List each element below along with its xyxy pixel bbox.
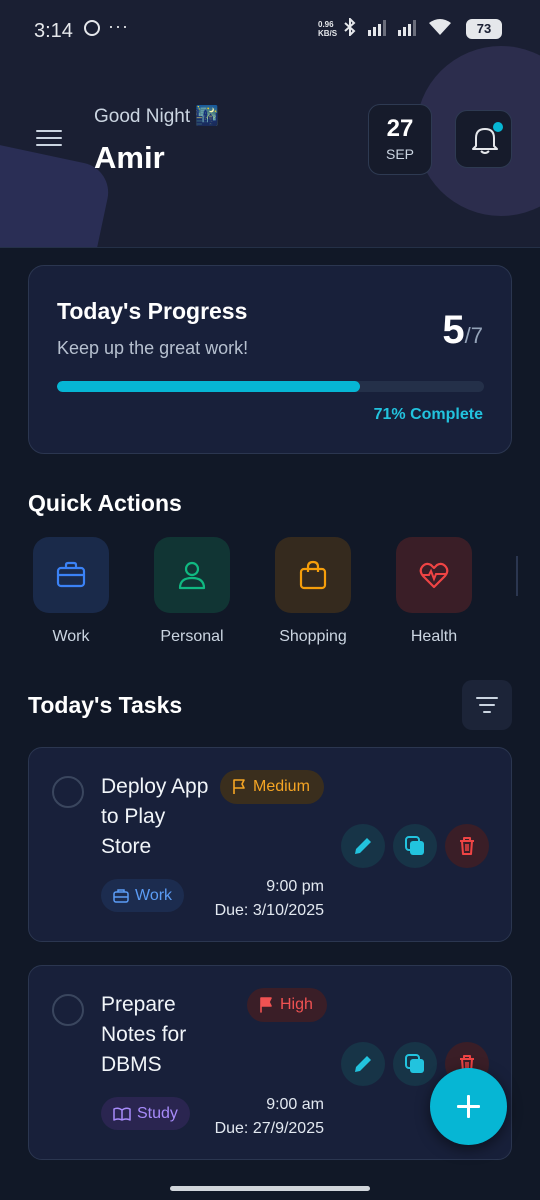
menu-line [36,144,62,146]
priority-badge: High [247,988,327,1022]
task-title: Prepare Notes for DBMS [101,993,187,1076]
tasks-title: Today's Tasks [28,692,183,718]
quick-action-label: Health [410,628,458,645]
progress-subtitle: Keep up the great work! [57,338,249,358]
edit-button[interactable] [341,1042,385,1086]
signal-icon [368,20,386,36]
copy-icon [405,836,424,855]
signal-icon [398,20,416,36]
header: 3:14 ··· 0.96 KB/S 73 Good Night 🌃 Amir … [0,0,540,248]
book-icon [113,1106,131,1121]
task-due-date: Due: 27/9/2025 [214,1120,324,1137]
briefcase-icon [113,888,129,903]
edit-button[interactable] [341,824,385,868]
pencil-icon [355,1056,371,1072]
flag-icon [233,779,245,794]
progress-card: Today's Progress Keep up the great work!… [28,265,512,454]
network-speed: 0.96 KB/S [318,20,337,38]
quick-action-health[interactable]: Health [379,537,489,646]
quick-actions-overflow-edge [516,556,518,596]
progress-bar [57,381,484,392]
category-label: Work [135,886,173,904]
quick-action-tile [33,537,109,613]
whatsapp-icon [84,20,100,36]
task-card[interactable]: Deploy App to Play Store Medium Work 9:0… [28,747,512,942]
task-checkbox[interactable] [52,994,84,1026]
quick-action-work[interactable]: Work [16,537,126,646]
task-checkbox[interactable] [52,776,84,808]
home-indicator[interactable] [170,1186,370,1191]
trash-icon [460,837,474,855]
category-badge: Study [101,1097,190,1130]
task-due-date: Due: 3/10/2025 [214,902,324,919]
menu-line [36,137,62,139]
quick-action-label: Work [52,628,90,645]
quick-action-tile [396,537,472,613]
quick-action-label: Shopping [279,628,347,645]
total-count: /7 [464,323,483,348]
task-time: 9:00 pm [266,878,324,895]
bluetooth-icon [344,18,356,36]
delete-button[interactable] [445,824,489,868]
notifications-button[interactable] [455,110,512,168]
network-speed-unit: KB/S [318,29,338,38]
task-schedule: 9:00 pm Due: 3/10/2025 [215,875,324,923]
quick-action-label: Personal [160,628,224,645]
progress-bar-fill [57,381,361,392]
quick-action-tile [275,537,351,613]
add-task-button[interactable] [430,1068,507,1145]
completed-count: 5 [442,308,465,352]
date-badge[interactable]: 27 SEP [368,104,432,175]
category-label: Study [137,1104,178,1122]
battery-indicator: 73 [466,19,502,39]
person-icon [178,561,206,590]
menu-line [36,130,62,132]
copy-icon [405,1054,424,1073]
progress-percent: 71% Complete [373,406,483,423]
quick-action-tile [154,537,230,613]
task-schedule: 9:00 am Due: 27/9/2025 [215,1093,324,1141]
quick-action-shopping[interactable]: Shopping [258,537,368,646]
category-badge: Work [101,879,185,912]
duplicate-button[interactable] [393,824,437,868]
network-speed-value: 0.96 [318,20,334,29]
username: Amir [94,140,165,175]
menu-button[interactable] [36,130,62,148]
shopping-bag-icon [299,560,327,590]
flag-icon [260,997,272,1013]
pencil-icon [355,838,371,854]
priority-label: High [280,996,313,1013]
duplicate-button[interactable] [393,1042,437,1086]
priority-label: Medium [253,778,310,795]
status-time: 3:14 [34,20,73,42]
status-bar: 3:14 ··· 0.96 KB/S 73 [0,0,540,60]
task-title: Deploy App to Play Store [101,775,209,858]
quick-action-personal[interactable]: Personal [137,537,247,646]
notification-dot [493,122,503,132]
priority-badge: Medium [220,770,324,804]
more-notifications-icon: ··· [108,16,129,36]
greeting: Good Night 🌃 [94,106,220,127]
task-time: 9:00 am [266,1096,324,1113]
date-day: 27 [386,115,414,142]
progress-title: Today's Progress [57,298,248,324]
wifi-icon [429,19,451,35]
progress-count: 5/7 [442,308,483,353]
briefcase-icon [56,561,86,588]
filter-button[interactable] [462,680,512,730]
quick-actions-title: Quick Actions [28,490,182,516]
date-month: SEP [385,146,414,162]
heart-pulse-icon [419,562,449,589]
status-icons [344,18,452,36]
